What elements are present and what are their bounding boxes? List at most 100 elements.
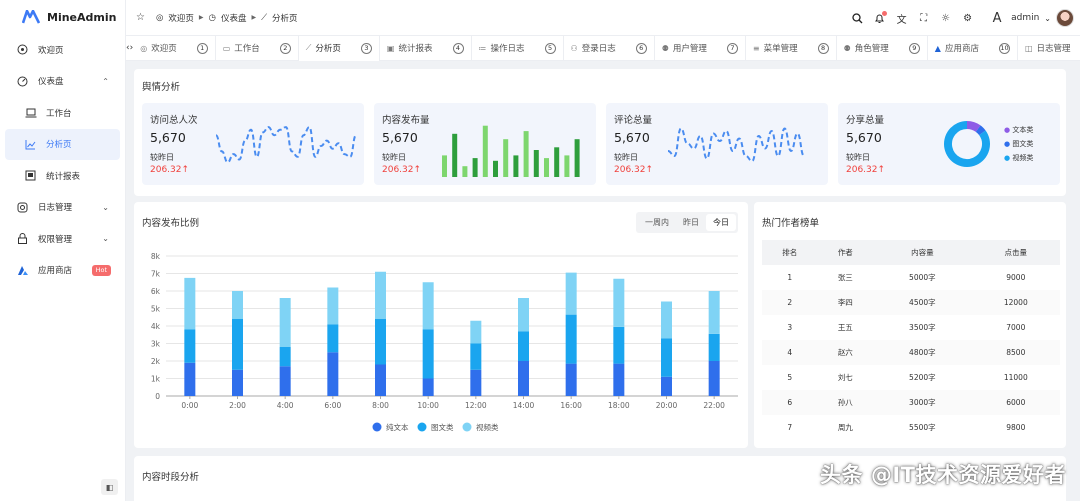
bar-segment [565,272,577,315]
stat-label: 评论总量 [614,115,653,126]
stat-change: 206.32↑ [150,165,190,175]
sidebar-item-app-store[interactable]: 应用商店 Hot [0,255,125,287]
stat-value: 5,670 [614,130,650,145]
bar-segment [518,331,529,361]
tab-workbench[interactable]: ▭ 工作台 2 [216,35,299,61]
legend-label: 视频类 [476,422,499,432]
settings-icon[interactable]: ⚙ [961,12,974,25]
tab-operation-logs[interactable]: ≔ 操作日志 5 [472,35,564,61]
caret-right-icon: ▶ [198,14,204,21]
list-icon: ≔ [478,43,487,53]
bar-segment [613,326,625,364]
sparkline-bar [452,133,458,177]
stat-value: 5,670 [150,130,186,145]
y-tick-label: 5k [151,305,161,314]
bar-segment [470,320,482,344]
lock-icon [16,232,29,245]
stat-card-publish: 内容发布量 5,670 较昨日 206.32↑ [374,103,596,185]
x-tick-label: 8:00 [372,401,389,410]
sparkline-path [215,126,357,164]
sparkline-path [667,127,805,163]
range-week-button[interactable]: 一周内 [638,214,676,231]
x-tick-label: 0:00 [181,401,198,410]
table-cell: 11000 [1003,373,1028,382]
notification-bell-icon[interactable] [873,10,888,25]
sidebar-item-permissions[interactable]: 权限管理 ⌄ [0,223,125,255]
range-yesterday-button[interactable]: 昨日 [676,214,706,231]
collapse-sidebar-button[interactable]: ◧ [101,479,118,495]
tab-logs[interactable]: ◫日志管理11 [1018,36,1080,61]
breadcrumb-item[interactable]: 欢迎页 [168,12,194,24]
bar-segment [708,361,720,396]
table-row[interactable]: 4 赵六 4800字 8500 [762,340,1060,365]
y-tick-label: 7k [151,270,161,279]
tab-login-logs[interactable]: ⚇ 登录日志 6 [564,35,655,61]
table-cell: 12000 [971,290,1060,315]
table-row[interactable]: 2 李四 4500字 12000 [762,290,1060,315]
tab-label: 分析页 [315,44,341,54]
translate-icon[interactable]: 文 [895,12,908,26]
table-cell: 3 [787,323,793,332]
table-row[interactable]: 7 周九 5500字 9800 [762,415,1060,440]
legend-label: 纯文本 [386,422,409,432]
table-row[interactable]: 6 孙八 3000字 6000 [762,390,1060,415]
stat-label: 内容发布量 [382,115,430,126]
bar-segment [422,282,434,330]
app-logo[interactable]: MineAdmin [0,0,125,34]
tab-label: 应用商店 [944,44,979,54]
table-cell: 6000 [971,390,1060,415]
tab-reports[interactable]: ▣ 统计报表 4 [380,35,472,61]
line-chart-icon: ⟋ [261,12,268,23]
tab-welcome[interactable]: ◎ 欢迎页 1 [133,35,216,61]
tab-label: 角色管理 [854,44,889,54]
table-row[interactable]: 1 张三 5000字 9000 [762,265,1060,290]
tab-analysis[interactable]: ⟋ 分析页 3 [298,35,380,61]
sparkline-bar [503,139,509,177]
sparkline-bar [462,166,468,177]
stat-card-comments: 评论总量 5,670 较昨日 206.32↑ [606,103,828,185]
table-row[interactable]: 3 王五 3500字 7000 [762,315,1060,340]
sparkline-bar [442,155,447,177]
range-today-button[interactable]: 今日 [706,214,736,231]
user-menu[interactable]: A admin ⌄ [988,9,1074,27]
chevron-down-icon: ⌄ [102,234,109,244]
tab-users[interactable]: ⚉ 用户管理 7 [655,35,746,61]
caret-right-icon: ▶ [251,14,257,21]
tab-roles[interactable]: ⚉ 角色管理 9 [837,35,928,61]
table-cell: 7 [787,423,793,432]
stat-value: 5,670 [846,130,882,145]
bar-segment [375,319,386,365]
breadcrumb-item[interactable]: 分析页 [272,12,298,24]
stat-value: 5,670 [382,130,418,145]
x-tick-label: 18:00 [608,401,630,410]
breadcrumb-item[interactable]: 仪表盘 [221,12,247,24]
fullscreen-icon[interactable]: ⛶ [917,12,930,25]
report-icon [24,169,37,182]
table-cell: 7000 [1006,323,1026,332]
sidebar-item-reports[interactable]: 统计报表 [0,160,125,192]
tab-app-store[interactable]: ▲ 应用商店 10 [928,35,1018,61]
collapse-menu-icon[interactable]: ☆ [136,12,145,23]
x-tick-label: 10:00 [417,401,439,410]
donut-legend: ● 文本类 ● 图文类 ● 视频类 [1004,123,1033,165]
tab-index: 4 [452,42,464,54]
sidebar-item-workbench[interactable]: 工作台 [0,97,125,129]
table-row[interactable]: 5 刘七 5200字 11000 [762,365,1060,390]
sidebar-item-welcome[interactable]: 欢迎页 [0,34,125,66]
x-tick-label: 22:00 [703,401,725,410]
range-selector: 一周内 昨日 今日 [636,212,738,233]
sidebar-item-logs[interactable]: 日志管理 ⌄ [0,192,125,224]
tab-menus[interactable]: ≡ 菜单管理 8 [746,35,837,61]
sidebar-item-label: 分析页 [46,140,72,151]
user-avatar-letter: A [992,10,1002,26]
sidebar-item-analysis[interactable]: 分析页 [5,128,120,160]
tab-index: 10 [998,42,1010,54]
sidebar-item-dashboard[interactable]: 仪表盘 ⌃ [0,66,125,98]
table-cell: 刘七 [837,373,853,382]
theme-sun-icon[interactable]: ☼ [939,12,952,25]
laptop-icon: ▭ [222,43,231,53]
avatar[interactable] [1056,9,1074,27]
search-icon[interactable] [851,12,864,25]
tab-label: 欢迎页 [151,44,177,54]
comments-sparkline [667,127,805,163]
